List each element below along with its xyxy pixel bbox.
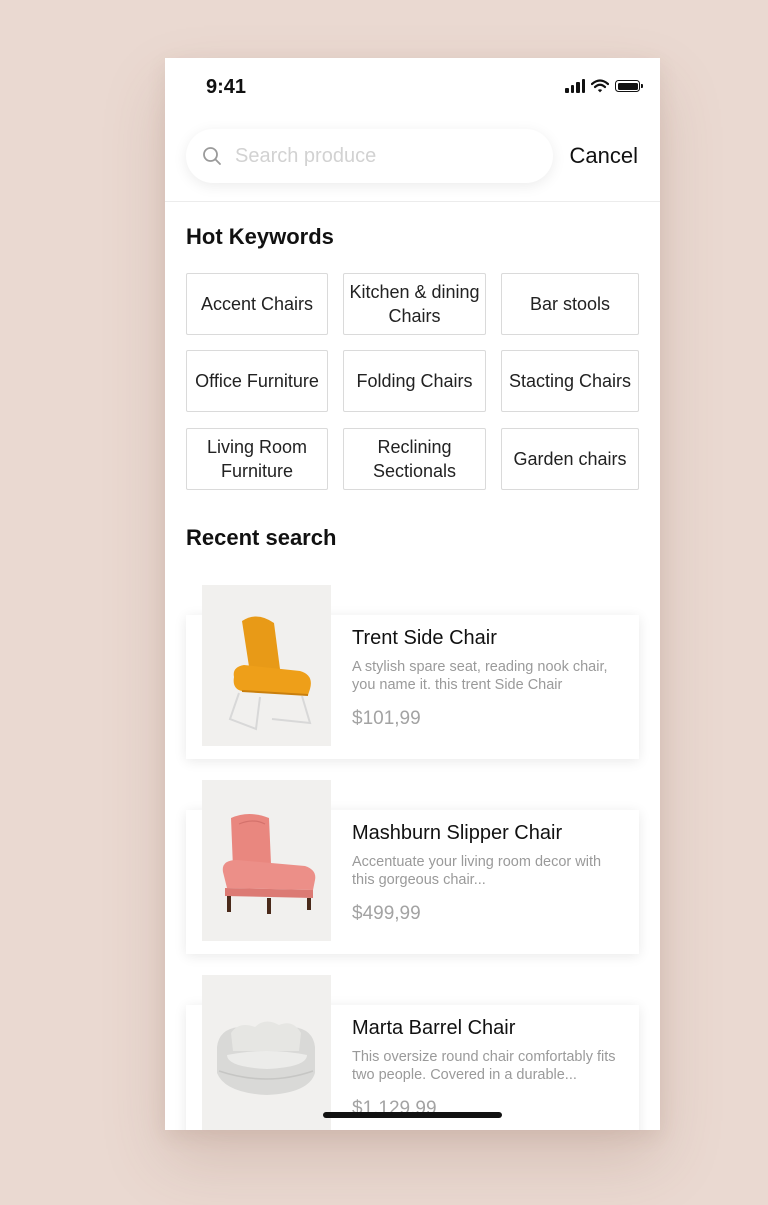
keyword-chip[interactable]: Kitchen & dining Chairs xyxy=(343,273,486,335)
wifi-icon xyxy=(591,79,609,93)
keyword-chip[interactable]: Accent Chairs xyxy=(186,273,328,335)
home-indicator[interactable] xyxy=(323,1112,502,1118)
product-price: $101,99 xyxy=(352,708,421,729)
grey-barrel-chair-image xyxy=(217,1020,315,1095)
product-thumbnail[interactable] xyxy=(202,780,331,941)
cancel-button[interactable]: Cancel xyxy=(570,143,638,169)
keyword-chip[interactable]: Reclining Sectionals xyxy=(343,428,486,490)
phone-screen: 9:41 Cancel Hot Keywords Accent Chairs K… xyxy=(165,58,660,1130)
keyword-chip[interactable]: Living Room Furniture xyxy=(186,428,328,490)
product-description: A stylish spare seat, reading nook chair… xyxy=(352,659,608,693)
search-icon xyxy=(203,147,221,165)
keyword-chip[interactable]: Office Furniture xyxy=(186,350,328,412)
product-thumbnail[interactable] xyxy=(202,975,331,1130)
product-name: Trent Side Chair xyxy=(352,627,497,649)
keyword-chip[interactable]: Folding Chairs xyxy=(343,350,486,412)
search-bar[interactable] xyxy=(186,129,553,183)
search-input[interactable] xyxy=(233,143,527,169)
product-description: This oversize round chair comfortably fi… xyxy=(352,1049,616,1083)
status-icons xyxy=(565,79,643,93)
product-thumbnail[interactable] xyxy=(202,585,331,746)
hot-keywords-title: Hot Keywords xyxy=(186,224,334,249)
orange-lounge-chair-image xyxy=(228,615,311,730)
pink-slipper-chair-image xyxy=(222,813,316,914)
product-description: Accentuate your living room decor with t… xyxy=(352,854,602,888)
keyword-chip[interactable]: Bar stools xyxy=(501,273,639,335)
battery-icon xyxy=(615,80,643,92)
keyword-chip[interactable]: Stacting Chairs xyxy=(501,350,639,412)
keyword-chip[interactable]: Garden chairs xyxy=(501,428,639,490)
product-name: Marta Barrel Chair xyxy=(352,1017,516,1039)
product-name: Mashburn Slipper Chair xyxy=(352,822,563,844)
product-price: $499,99 xyxy=(352,903,421,924)
status-time: 9:41 xyxy=(206,76,247,98)
divider xyxy=(165,201,660,202)
recent-search-title: Recent search xyxy=(186,525,337,550)
signal-icon xyxy=(565,79,585,93)
